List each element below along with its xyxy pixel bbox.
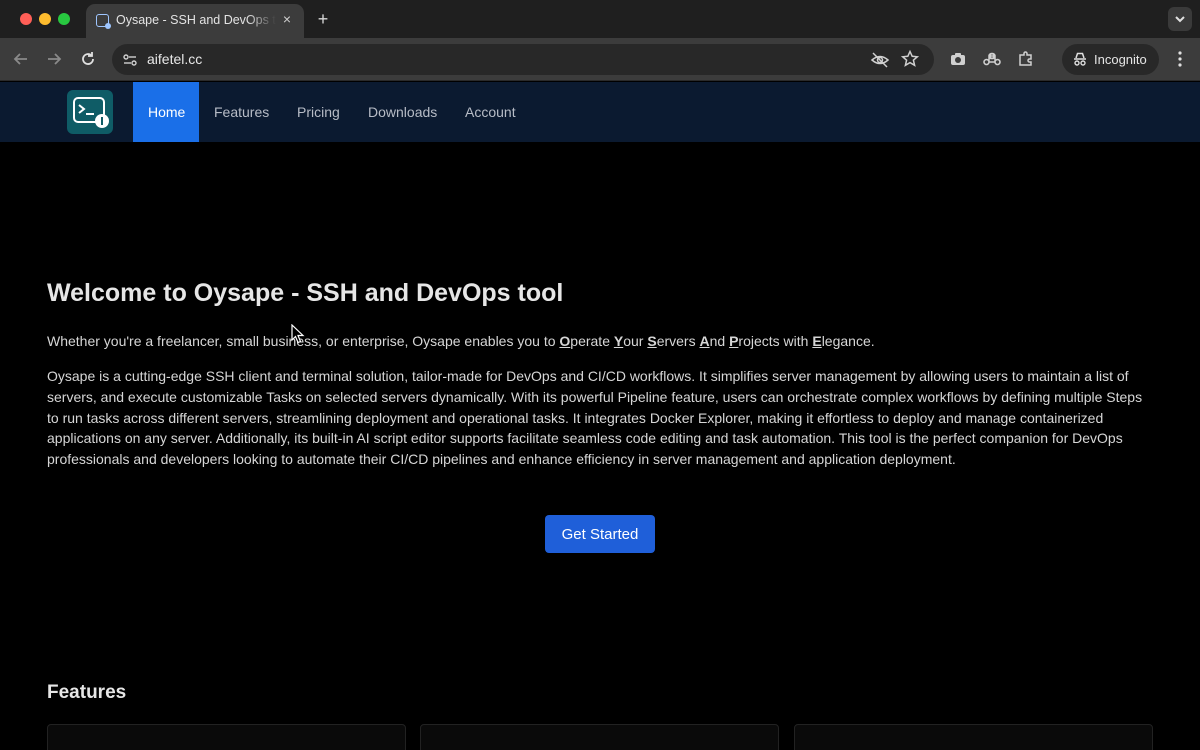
- back-button[interactable]: [11, 49, 31, 69]
- terminal-logo-icon: [73, 97, 109, 128]
- acronym-letter: S: [647, 333, 657, 349]
- tab-close-icon[interactable]: ×: [279, 11, 295, 27]
- oysape-logo[interactable]: [67, 90, 113, 134]
- acronym-rest: legance.: [821, 333, 875, 349]
- command-icon: [983, 52, 1001, 66]
- new-tab-button[interactable]: +: [312, 8, 334, 30]
- browser-toolbar: aifetel.cc Incognito: [0, 38, 1200, 81]
- feature-card: [47, 724, 406, 750]
- tab-search-button[interactable]: [1168, 7, 1192, 31]
- intro-text: Whether you're a freelancer, small busin…: [47, 333, 1157, 349]
- incognito-label: Incognito: [1094, 52, 1147, 67]
- acronym-letter: O: [559, 333, 571, 349]
- acronym-letter: E: [812, 333, 822, 349]
- acronym-rest: nd: [709, 333, 730, 349]
- acronym-rest: ervers: [656, 333, 700, 349]
- site-navbar: Home Features Pricing Downloads Account: [0, 82, 1200, 142]
- site-settings-icon[interactable]: [121, 51, 139, 69]
- acronym-rest: rojects with: [738, 333, 813, 349]
- get-started-button[interactable]: Get Started: [545, 515, 655, 553]
- arrow-right-icon: [48, 53, 62, 65]
- extensions-button[interactable]: [1016, 49, 1036, 69]
- acronym-rest: perate: [570, 333, 614, 349]
- address-bar[interactable]: aifetel.cc: [112, 44, 934, 75]
- acronym-letter: Y: [613, 333, 624, 349]
- tab-title: Oysape - SSH and DevOps tool: [116, 13, 276, 27]
- features-heading: Features: [47, 682, 127, 703]
- bookmark-star-icon[interactable]: [900, 49, 920, 69]
- close-window-button[interactable]: [20, 13, 32, 25]
- nav-home[interactable]: Home: [133, 82, 199, 142]
- minimize-window-button[interactable]: [39, 13, 51, 25]
- nav-features[interactable]: Features: [199, 82, 284, 142]
- feature-card: [794, 724, 1153, 750]
- acronym-rest: our: [623, 333, 648, 349]
- browser-menu-button[interactable]: [1172, 49, 1188, 69]
- acronym-letter: A: [699, 333, 710, 349]
- incognito-indicator[interactable]: Incognito: [1062, 44, 1159, 75]
- feature-card: [420, 724, 779, 750]
- arrow-left-icon: [13, 53, 27, 65]
- nav-downloads[interactable]: Downloads: [353, 82, 452, 142]
- camera-extension-button[interactable]: [948, 49, 968, 69]
- puzzle-icon: [1019, 51, 1032, 66]
- more-vertical-icon: [1178, 51, 1182, 67]
- page-title: Welcome to Oysape - SSH and DevOps tool: [47, 279, 564, 307]
- description-paragraph: Oysape is a cutting-edge SSH client and …: [47, 368, 1143, 468]
- reload-icon: [82, 52, 94, 65]
- nav-pricing[interactable]: Pricing: [282, 82, 355, 142]
- eye-off-icon[interactable]: [870, 50, 890, 70]
- reload-button[interactable]: [78, 49, 98, 69]
- mouse-cursor-icon: [291, 324, 305, 344]
- favicon-icon: [96, 14, 111, 29]
- incognito-icon: [1072, 51, 1088, 67]
- command-extension-button[interactable]: [982, 49, 1002, 69]
- url-text[interactable]: aifetel.cc: [147, 51, 202, 67]
- maximize-window-button[interactable]: [58, 13, 70, 25]
- forward-button[interactable]: [44, 49, 64, 69]
- chevron-down-icon: [1175, 16, 1185, 23]
- browser-tab[interactable]: Oysape - SSH and DevOps tool ×: [86, 4, 304, 38]
- camera-icon: [951, 53, 965, 65]
- browser-tab-bar: Oysape - SSH and DevOps tool × +: [0, 0, 1200, 38]
- nav-account[interactable]: Account: [450, 82, 531, 142]
